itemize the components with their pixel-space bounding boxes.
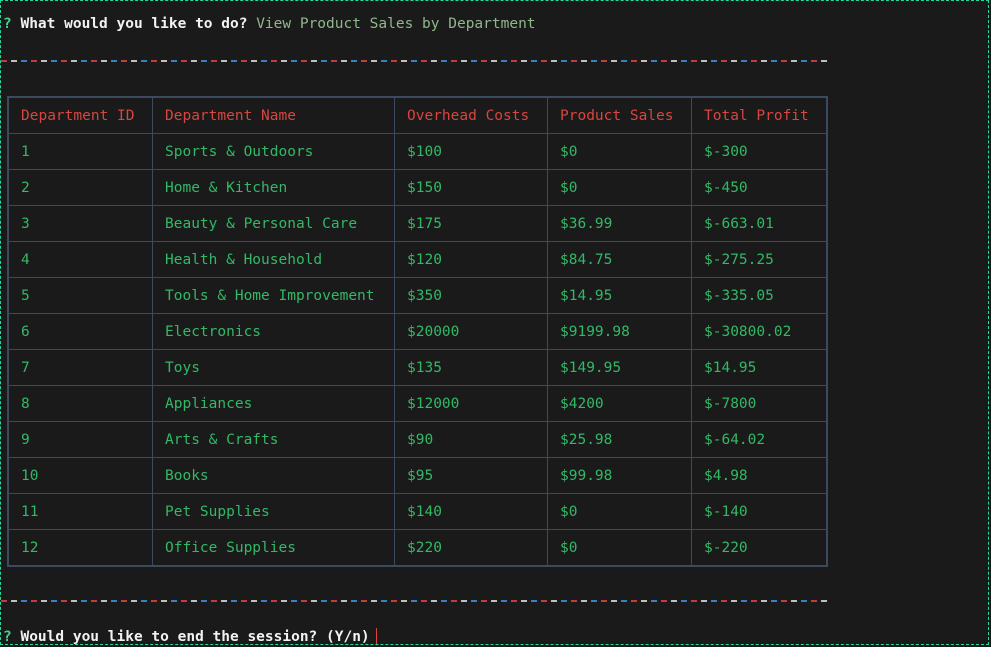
cell-department-name: Beauty & Personal Care [152,205,395,242]
cell-total-profit: $-64.02 [691,421,828,458]
cell-overhead-costs: $140 [394,493,548,530]
header-total-profit: Total Profit [691,96,828,134]
table-row: 8 Appliances $12000 $4200 $-7800 [7,385,828,422]
cell-total-profit: $4.98 [691,457,828,494]
text-cursor [375,628,377,644]
cell-product-sales: $25.98 [547,421,692,458]
cell-department-id: 12 [7,529,153,567]
cell-overhead-costs: $135 [394,349,548,386]
table-row: 2 Home & Kitchen $150 $0 $-450 [7,169,828,206]
cell-department-id: 9 [7,421,153,458]
prompt-answer: View Product Sales by Department [256,16,536,32]
header-department-id: Department ID [7,96,153,134]
header-department-name: Department Name [152,96,395,134]
department-sales-table: Department ID Department Name Overhead C… [7,96,828,567]
cell-overhead-costs: $220 [394,529,548,567]
cell-product-sales: $0 [547,133,692,170]
bottom-divider [1,600,830,602]
cell-department-name: Pet Supplies [152,493,395,530]
table-row: 3 Beauty & Personal Care $175 $36.99 $-663.0… [7,205,828,242]
cell-department-id: 11 [7,493,153,530]
cell-department-id: 8 [7,385,153,422]
header-product-sales: Product Sales [547,96,692,134]
cell-department-name: Health & Household [152,241,395,278]
table-row: 1 Sports & Outdoors $100 $0 $-300 [7,133,828,170]
cell-total-profit: $-663.01 [691,205,828,242]
cell-department-id: 4 [7,241,153,278]
prompt-question: What would you like to do? [20,16,248,32]
terminal-window[interactable]: ? What would you like to do? View Produc… [0,0,989,645]
prompt-end-session-line[interactable]: ? Would you like to end the session? (Y/… [3,628,377,645]
question-mark-icon: ? [3,16,12,32]
cell-product-sales: $0 [547,529,692,567]
cell-product-sales: $149.95 [547,349,692,386]
cell-department-name: Toys [152,349,395,386]
cell-department-id: 1 [7,133,153,170]
cell-department-name: Home & Kitchen [152,169,395,206]
cell-overhead-costs: $100 [394,133,548,170]
cell-overhead-costs: $20000 [394,313,548,350]
question-mark-icon: ? [3,629,12,645]
cell-overhead-costs: $90 [394,421,548,458]
cell-total-profit: $-140 [691,493,828,530]
cell-department-name: Appliances [152,385,395,422]
cell-product-sales: $0 [547,493,692,530]
table-header-row: Department ID Department Name Overhead C… [7,96,828,134]
cell-total-profit: $-275.25 [691,241,828,278]
table-row: 4 Health & Household $120 $84.75 $-275.25 [7,241,828,278]
cell-department-id: 10 [7,457,153,494]
table-row: 5 Tools & Home Improvement $350 $14.95 $-335… [7,277,828,314]
cell-department-id: 2 [7,169,153,206]
cell-total-profit: $-30800.02 [691,313,828,350]
table-row: 12 Office Supplies $220 $0 $-220 [7,529,828,567]
table-row: 7 Toys $135 $149.95 $14.95 [7,349,828,386]
cell-total-profit: $14.95 [691,349,828,386]
cell-department-id: 5 [7,277,153,314]
cell-overhead-costs: $120 [394,241,548,278]
cell-product-sales: $0 [547,169,692,206]
header-overhead-costs: Overhead Costs [394,96,548,134]
cell-total-profit: $-335.05 [691,277,828,314]
cell-total-profit: $-450 [691,169,828,206]
cell-department-name: Sports & Outdoors [152,133,395,170]
cell-product-sales: $36.99 [547,205,692,242]
cell-overhead-costs: $350 [394,277,548,314]
top-divider [1,60,830,62]
cell-overhead-costs: $95 [394,457,548,494]
cell-total-profit: $-220 [691,529,828,567]
prompt-question: Would you like to end the session? (Y/n) [20,629,370,645]
cell-product-sales: $14.95 [547,277,692,314]
table-row: 6 Electronics $20000 $9199.98 $-30800.02 [7,313,828,350]
cell-overhead-costs: $175 [394,205,548,242]
cell-product-sales: $4200 [547,385,692,422]
cell-department-name: Electronics [152,313,395,350]
table-row: 9 Arts & Crafts $90 $25.98 $-64.02 [7,421,828,458]
cell-department-name: Books [152,457,395,494]
cell-overhead-costs: $12000 [394,385,548,422]
cell-total-profit: $-7800 [691,385,828,422]
table-body: 1 Sports & Outdoors $100 $0 $-300 2 Home & Kit… [7,133,828,567]
cell-product-sales: $9199.98 [547,313,692,350]
cell-department-id: 7 [7,349,153,386]
table-row: 10 Books $95 $99.98 $4.98 [7,457,828,494]
cell-product-sales: $99.98 [547,457,692,494]
table-row: 11 Pet Supplies $140 $0 $-140 [7,493,828,530]
cell-total-profit: $-300 [691,133,828,170]
prompt-action-line: ? What would you like to do? View Produc… [3,16,536,32]
cell-overhead-costs: $150 [394,169,548,206]
cell-department-name: Office Supplies [152,529,395,567]
cell-department-id: 6 [7,313,153,350]
cell-department-name: Arts & Crafts [152,421,395,458]
cell-product-sales: $84.75 [547,241,692,278]
cell-department-name: Tools & Home Improvement [152,277,395,314]
cell-department-id: 3 [7,205,153,242]
